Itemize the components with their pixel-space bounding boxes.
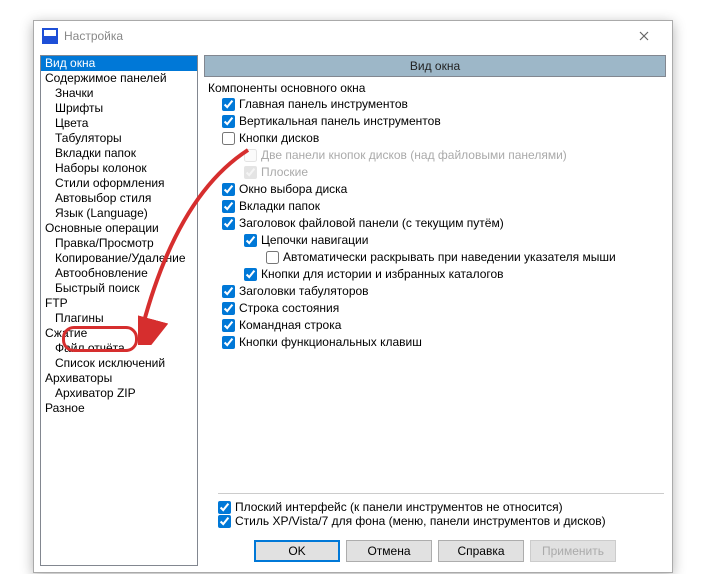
option-label: Вертикальная панель инструментов bbox=[239, 114, 441, 128]
tree-item[interactable]: Значки bbox=[41, 86, 197, 101]
ok-button[interactable]: OK bbox=[254, 540, 340, 562]
option-row[interactable]: Кнопки дисков bbox=[222, 131, 666, 145]
option-checkbox bbox=[244, 149, 257, 162]
tree-item[interactable]: Автообновление bbox=[41, 266, 197, 281]
app-icon bbox=[42, 28, 58, 44]
option-label: Плоский интерфейс (к панели инструментов… bbox=[235, 500, 563, 514]
option-checkbox[interactable] bbox=[222, 285, 235, 298]
option-checkbox[interactable] bbox=[222, 302, 235, 315]
option-checkbox[interactable] bbox=[222, 183, 235, 196]
option-checkbox[interactable] bbox=[222, 336, 235, 349]
option-label: Плоские bbox=[261, 165, 308, 179]
options-group: Главная панель инструментов Вертикальная … bbox=[204, 97, 666, 487]
settings-dialog: Настройка Вид окнаСодержимое панелейЗнач… bbox=[33, 20, 673, 573]
tree-item[interactable]: Табуляторы bbox=[41, 131, 197, 146]
option-checkbox[interactable] bbox=[222, 200, 235, 213]
tree-item[interactable]: Файл отчёта bbox=[41, 341, 197, 356]
option-row[interactable]: Кнопки для истории и избранных каталогов bbox=[244, 267, 666, 281]
option-row[interactable]: Вкладки папок bbox=[222, 199, 666, 213]
option-row: Две панели кнопок дисков (над файловыми … bbox=[244, 148, 666, 162]
cancel-button[interactable]: Отмена bbox=[346, 540, 432, 562]
option-row[interactable]: Заголовки табуляторов bbox=[222, 284, 666, 298]
close-icon bbox=[639, 31, 649, 41]
option-label: Главная панель инструментов bbox=[239, 97, 408, 111]
option-row[interactable]: Окно выбора диска bbox=[222, 182, 666, 196]
tree-item[interactable]: Вкладки папок bbox=[41, 146, 197, 161]
tree-item[interactable]: Содержимое панелей bbox=[41, 71, 197, 86]
bottom-options: Плоский интерфейс (к панели инструментов… bbox=[218, 493, 664, 528]
option-label: Командная строка bbox=[239, 318, 341, 332]
tree-item[interactable]: Архиватор ZIP bbox=[41, 386, 197, 401]
option-label: Цепочки навигации bbox=[261, 233, 368, 247]
option-checkbox[interactable] bbox=[222, 98, 235, 111]
option-row[interactable]: Цепочки навигации bbox=[244, 233, 666, 247]
option-checkbox[interactable] bbox=[222, 319, 235, 332]
tree-item[interactable]: Основные операции bbox=[41, 221, 197, 236]
tree-item[interactable]: Копирование/Удаление bbox=[41, 251, 197, 266]
option-label: Кнопки для истории и избранных каталогов bbox=[261, 267, 504, 281]
tree-item[interactable]: Наборы колонок bbox=[41, 161, 197, 176]
option-label: Стиль XP/Vista/7 для фона (меню, панели … bbox=[235, 514, 606, 528]
option-checkbox[interactable] bbox=[222, 217, 235, 230]
option-checkbox[interactable] bbox=[222, 132, 235, 145]
apply-button[interactable]: Применить bbox=[530, 540, 616, 562]
section-header: Вид окна bbox=[204, 55, 666, 77]
option-label: Вкладки папок bbox=[239, 199, 320, 213]
tree-item[interactable]: Архиваторы bbox=[41, 371, 197, 386]
option-label: Кнопки дисков bbox=[239, 131, 319, 145]
option-checkbox[interactable] bbox=[218, 501, 231, 514]
tree-item[interactable]: Вид окна bbox=[41, 56, 197, 71]
option-row[interactable]: Кнопки функциональных клавиш bbox=[222, 335, 666, 349]
window-title: Настройка bbox=[64, 29, 624, 43]
option-checkbox[interactable] bbox=[222, 115, 235, 128]
option-checkbox[interactable] bbox=[244, 234, 257, 247]
tree-item[interactable]: Плагины bbox=[41, 311, 197, 326]
option-label: Строка состояния bbox=[239, 301, 339, 315]
option-label: Автоматически раскрывать при наведении у… bbox=[283, 250, 616, 264]
tree-item[interactable]: Автовыбор стиля bbox=[41, 191, 197, 206]
tree-item[interactable]: Язык (Language) bbox=[41, 206, 197, 221]
option-row[interactable]: Строка состояния bbox=[222, 301, 666, 315]
tree-item[interactable]: Правка/Просмотр bbox=[41, 236, 197, 251]
option-row[interactable]: Командная строка bbox=[222, 318, 666, 332]
tree-item[interactable]: Цвета bbox=[41, 116, 197, 131]
settings-tree[interactable]: Вид окнаСодержимое панелейЗначкиШрифтыЦв… bbox=[40, 55, 198, 566]
tree-item[interactable]: Стили оформления bbox=[41, 176, 197, 191]
option-row[interactable]: Главная панель инструментов bbox=[222, 97, 666, 111]
option-row: Плоские bbox=[244, 165, 666, 179]
tree-item[interactable]: Сжатие bbox=[41, 326, 197, 341]
option-label: Кнопки функциональных клавиш bbox=[239, 335, 422, 349]
help-button[interactable]: Справка bbox=[438, 540, 524, 562]
option-label: Окно выбора диска bbox=[239, 182, 347, 196]
option-row[interactable]: Автоматически раскрывать при наведении у… bbox=[266, 250, 666, 264]
close-button[interactable] bbox=[624, 22, 664, 50]
option-label: Две панели кнопок дисков (над файловыми … bbox=[261, 148, 567, 162]
bottom-option-row[interactable]: Стиль XP/Vista/7 для фона (меню, панели … bbox=[218, 514, 664, 528]
bottom-option-row[interactable]: Плоский интерфейс (к панели инструментов… bbox=[218, 500, 664, 514]
tree-item[interactable]: Разное bbox=[41, 401, 197, 416]
option-label: Заголовки табуляторов bbox=[239, 284, 369, 298]
settings-panel: Вид окна Компоненты основного окна Главн… bbox=[204, 55, 666, 566]
option-checkbox bbox=[244, 166, 257, 179]
option-label: Заголовок файловой панели (с текущим пут… bbox=[239, 216, 504, 230]
tree-item[interactable]: FTP bbox=[41, 296, 197, 311]
dialog-buttons: OK Отмена Справка Применить bbox=[204, 532, 666, 566]
group-title: Компоненты основного окна bbox=[204, 79, 666, 97]
dialog-body: Вид окнаСодержимое панелейЗначкиШрифтыЦв… bbox=[34, 51, 672, 572]
titlebar: Настройка bbox=[34, 21, 672, 51]
option-checkbox[interactable] bbox=[266, 251, 279, 264]
option-checkbox[interactable] bbox=[218, 515, 231, 528]
option-row[interactable]: Заголовок файловой панели (с текущим пут… bbox=[222, 216, 666, 230]
option-row[interactable]: Вертикальная панель инструментов bbox=[222, 114, 666, 128]
tree-item[interactable]: Быстрый поиск bbox=[41, 281, 197, 296]
option-checkbox[interactable] bbox=[244, 268, 257, 281]
tree-item[interactable]: Список исключений bbox=[41, 356, 197, 371]
tree-item[interactable]: Шрифты bbox=[41, 101, 197, 116]
